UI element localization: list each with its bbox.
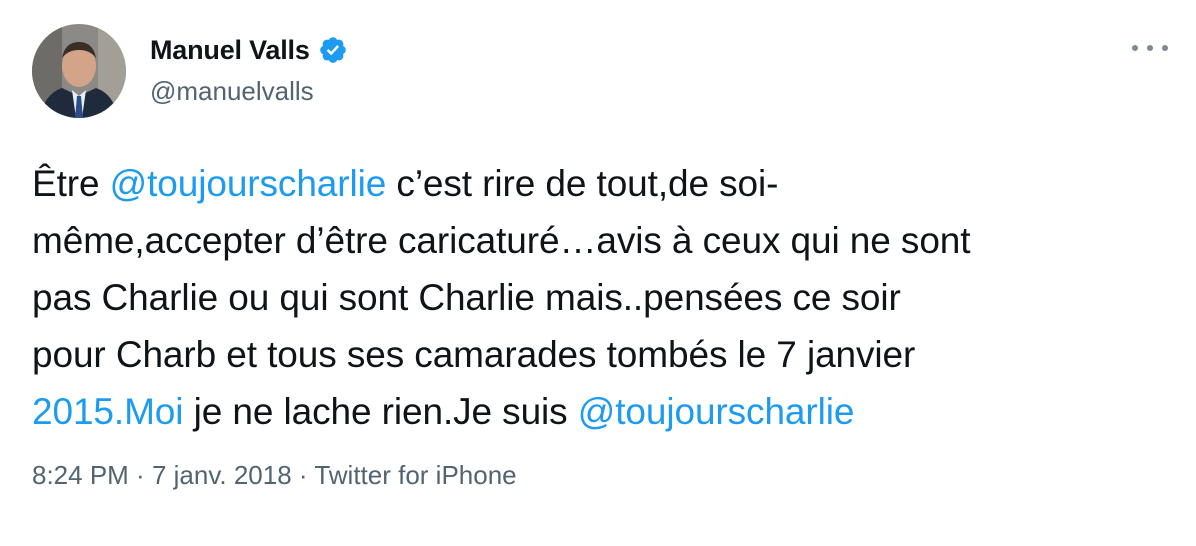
more-dot-icon <box>1147 45 1153 51</box>
avatar[interactable] <box>32 24 126 118</box>
author-handle[interactable]: @manuelvalls <box>150 76 314 107</box>
tweet-line: Être @toujourscharlie c’est rire de tout… <box>32 155 1172 212</box>
tweet-time[interactable]: 8:24 PM <box>32 460 129 490</box>
tweet-text-segment: même,accepter d’être caricaturé…avis à c… <box>32 220 971 261</box>
more-dot-icon <box>1132 45 1138 51</box>
author-display-name[interactable]: Manuel Valls <box>150 35 310 66</box>
tweet-meta: 8:24 PM · 7 janv. 2018 · Twitter for iPh… <box>32 460 517 491</box>
meta-separator: · <box>291 460 315 490</box>
tweet-line: 2015.Moi je ne lache rien.Je suis @toujo… <box>32 383 1172 440</box>
meta-separator: · <box>128 460 152 490</box>
avatar-image <box>32 24 126 118</box>
tweet-text-segment: Être <box>32 163 110 204</box>
tweet-text-segment: pour Charb et tous ses camarades tombés … <box>32 334 916 375</box>
tweet-line: pour Charb et tous ses camarades tombés … <box>32 326 1172 383</box>
tweet-line: pas Charlie ou qui sont Charlie mais..pe… <box>32 269 1172 326</box>
tweet-text-segment: je ne lache rien.Je suis <box>183 391 578 432</box>
more-options-button[interactable] <box>1130 36 1170 60</box>
mention-link[interactable]: @toujourscharlie <box>110 163 387 204</box>
tweet-card: Manuel Valls @manuelvalls Être @toujours… <box>0 0 1196 546</box>
tweet-text-segment: pas Charlie ou qui sont Charlie mais..pe… <box>32 277 901 318</box>
tweet-text-segment: c’est rire de tout,de soi- <box>386 163 779 204</box>
tweet-line: même,accepter d’être caricaturé…avis à c… <box>32 212 1172 269</box>
url-link[interactable]: 2015.Moi <box>32 391 184 432</box>
mention-link[interactable]: @toujourscharlie <box>578 391 855 432</box>
more-dot-icon <box>1162 45 1168 51</box>
verified-badge-icon <box>318 35 348 65</box>
tweet-date[interactable]: 7 janv. 2018 <box>152 460 292 490</box>
tweet-text: Être @toujourscharlie c’est rire de tout… <box>32 155 1172 440</box>
tweet-source[interactable]: Twitter for iPhone <box>314 460 516 490</box>
author-name-row: Manuel Valls <box>150 32 348 68</box>
